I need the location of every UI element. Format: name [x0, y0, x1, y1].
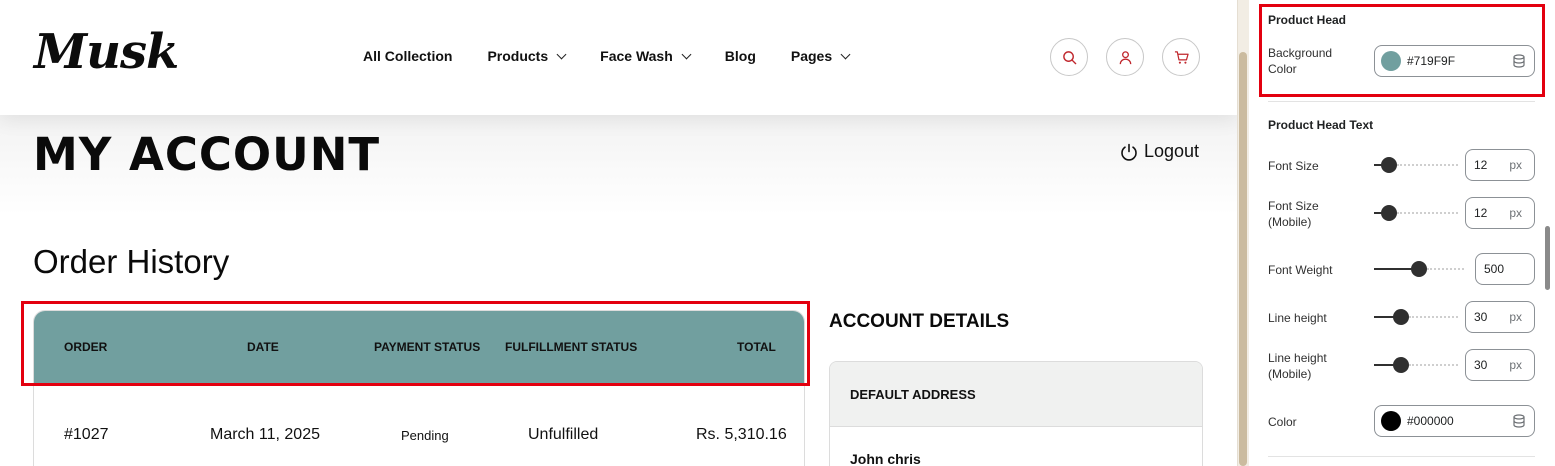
order-number-link[interactable]: #1027	[64, 426, 109, 444]
slider-track	[1397, 164, 1458, 166]
product-head-title: Product Head	[1268, 13, 1347, 27]
background-color-value: #719F9F	[1407, 54, 1456, 68]
nav-blog[interactable]: Blog	[725, 48, 756, 64]
main-nav: All Collection Products Face Wash Blog P…	[363, 48, 884, 64]
logout-link[interactable]: Logout	[1120, 141, 1199, 162]
nav-label: All Collection	[363, 48, 453, 64]
search-icon	[1062, 50, 1076, 64]
font-weight-input[interactable]: 500	[1475, 253, 1535, 285]
site-logo[interactable]: Musk	[34, 24, 179, 80]
column-header-date: DATE	[247, 340, 279, 354]
line-height-mobile-slider[interactable]	[1374, 355, 1458, 375]
search-button[interactable]	[1050, 38, 1088, 76]
font-size-label: Font Size	[1268, 159, 1319, 173]
slider-track	[1427, 268, 1464, 270]
font-size-unit: px	[1509, 158, 1522, 172]
font-weight-slider[interactable]	[1374, 259, 1464, 279]
line-height-value: 30	[1474, 310, 1488, 324]
font-weight-label: Font Weight	[1268, 263, 1333, 277]
line-height-input[interactable]: 30 px	[1465, 301, 1535, 333]
chevron-down-icon	[556, 49, 567, 59]
line-height-label: Line height	[1268, 311, 1327, 325]
background-color-field[interactable]: #719F9F	[1374, 45, 1535, 77]
address-name: John chris	[850, 451, 921, 466]
nav-all-collection[interactable]: All Collection	[363, 48, 452, 64]
font-size-value: 12	[1474, 158, 1488, 172]
account-details-heading: ACCOUNT DETAILS	[829, 311, 1010, 332]
nav-pages[interactable]: Pages	[790, 48, 851, 64]
nav-label: Face Wash	[600, 48, 673, 64]
product-head-text-title: Product Head Text	[1268, 118, 1374, 132]
payment-status: Pending	[401, 428, 449, 443]
font-size-slider[interactable]	[1374, 155, 1458, 175]
storefront-preview: Musk All Collection Products Face Wash B…	[0, 0, 1237, 466]
slider-knob[interactable]	[1393, 309, 1409, 325]
line-height-unit: px	[1509, 310, 1522, 324]
font-size-mobile-label: Font Size (Mobile)	[1268, 199, 1319, 229]
nav-label: Blog	[724, 48, 756, 64]
font-weight-value: 500	[1484, 262, 1505, 276]
orders-table: ORDER DATE PAYMENT STATUS FULFILLMENT ST…	[33, 310, 805, 466]
page-title: MY ACCOUNT	[33, 128, 381, 181]
site-header: Musk All Collection Products Face Wash B…	[0, 0, 1237, 115]
background-color-label: Background Color	[1268, 46, 1333, 76]
power-icon	[1121, 143, 1137, 161]
column-header-order: ORDER	[64, 340, 108, 354]
line-height-mobile-value: 30	[1474, 358, 1488, 372]
fulfillment-status: Unfulfilled	[528, 426, 599, 443]
database-icon[interactable]	[1512, 54, 1526, 68]
cart-button[interactable]	[1162, 38, 1200, 76]
orders-table-header: ORDER DATE PAYMENT STATUS FULFILLMENT ST…	[34, 311, 804, 383]
slider-knob[interactable]	[1381, 157, 1397, 173]
slider-knob[interactable]	[1393, 357, 1409, 373]
line-height-mobile-unit: px	[1509, 358, 1522, 372]
font-size-input[interactable]: 12 px	[1465, 149, 1535, 181]
chevron-down-icon	[681, 49, 692, 59]
cart-icon	[1174, 50, 1189, 64]
nav-label: Products	[487, 48, 549, 64]
column-header-fulfillment-status: FULFILLMENT STATUS	[505, 340, 638, 354]
app-root: Musk All Collection Products Face Wash B…	[0, 0, 1555, 466]
background-color-swatch[interactable]	[1381, 51, 1401, 71]
order-total: Rs. 5,310.16	[696, 426, 787, 443]
column-header-payment-status: PAYMENT STATUS	[374, 340, 481, 354]
preview-scrollbar-thumb[interactable]	[1239, 52, 1247, 466]
text-color-value: #000000	[1407, 414, 1454, 428]
slider-track	[1397, 212, 1458, 214]
line-height-slider[interactable]	[1374, 307, 1458, 327]
nav-products[interactable]: Products	[487, 48, 567, 64]
section-divider	[1268, 101, 1535, 102]
user-icon	[1119, 50, 1131, 64]
order-history-heading: Order History	[33, 243, 230, 280]
database-icon[interactable]	[1512, 414, 1526, 428]
text-color-swatch[interactable]	[1381, 411, 1401, 431]
font-size-mobile-slider[interactable]	[1374, 203, 1458, 223]
panel-scrollbar-thumb[interactable]	[1545, 226, 1550, 290]
nav-face-wash[interactable]: Face Wash	[600, 48, 692, 64]
default-address-heading: DEFAULT ADDRESS	[830, 362, 1202, 427]
slider-knob[interactable]	[1411, 261, 1427, 277]
slider-track	[1409, 364, 1458, 366]
settings-panel: Product Head Background Color #719F9F Pr…	[1249, 0, 1555, 466]
line-height-mobile-input[interactable]: 30 px	[1465, 349, 1535, 381]
default-address-card: DEFAULT ADDRESS John chris	[829, 361, 1203, 466]
chevron-down-icon	[840, 49, 851, 59]
line-height-mobile-label: Line height (Mobile)	[1268, 351, 1327, 381]
text-color-field[interactable]: #000000	[1374, 405, 1535, 437]
account-button[interactable]	[1106, 38, 1144, 76]
font-size-mobile-value: 12	[1474, 206, 1488, 220]
font-size-mobile-unit: px	[1509, 206, 1522, 220]
logout-label: Logout	[1144, 141, 1200, 161]
section-divider	[1268, 456, 1535, 457]
nav-label: Pages	[790, 48, 833, 64]
order-date: March 11, 2025	[210, 426, 320, 443]
slider-knob[interactable]	[1381, 205, 1397, 221]
font-size-mobile-input[interactable]: 12 px	[1465, 197, 1535, 229]
column-header-total: TOTAL	[737, 340, 776, 354]
color-label: Color	[1268, 415, 1297, 429]
slider-track	[1409, 316, 1458, 318]
